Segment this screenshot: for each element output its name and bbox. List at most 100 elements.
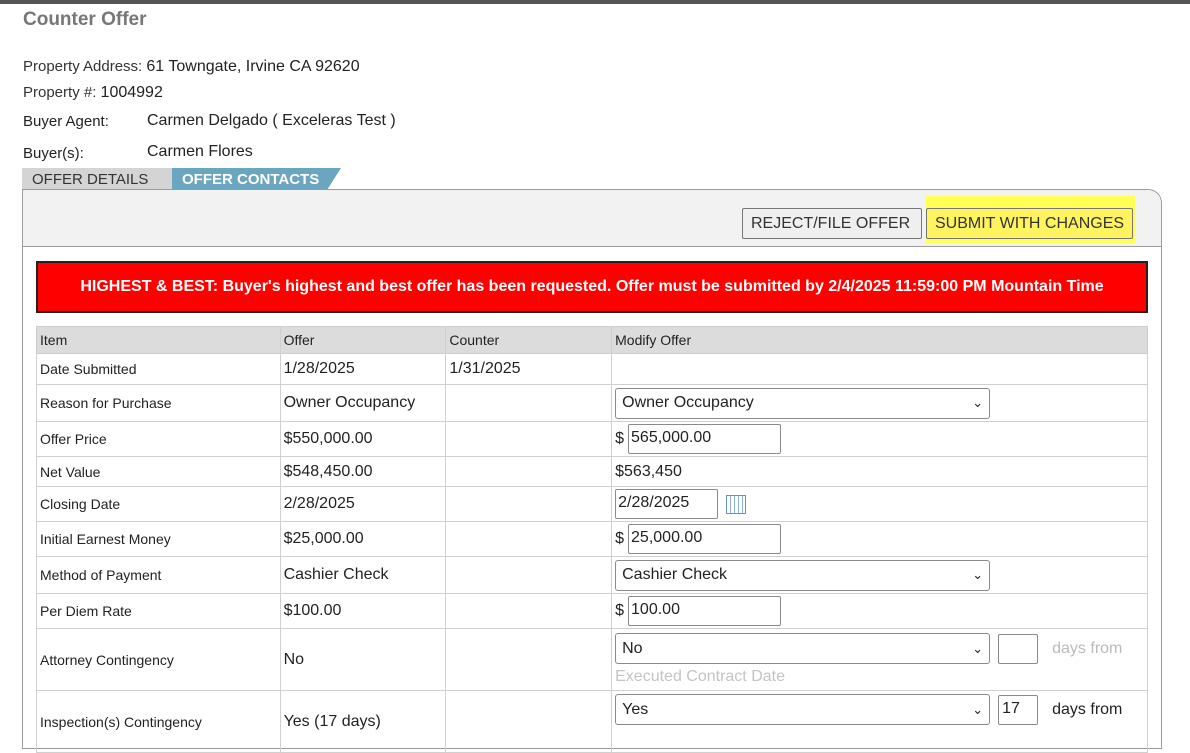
property-number-line: Property #: 1004992 [23, 84, 163, 102]
offer-value: No [279, 628, 447, 691]
tab-offer-contacts[interactable]: OFFER CONTACTS [172, 168, 341, 190]
attorney-contingency-select[interactable]: No ⌄ [615, 633, 991, 664]
table-row: Reason for Purchase Owner Occupancy Owne… [36, 384, 1148, 422]
counter-value [445, 384, 613, 422]
modify-cell: Owner Occupancy ⌄ [611, 384, 1148, 422]
attorney-select-value: No [622, 639, 643, 657]
currency-symbol: $ [615, 602, 625, 619]
offer-value: 2/28/2025 [279, 486, 447, 522]
attorney-days-input[interactable] [998, 633, 1039, 664]
action-toolbar: REJECT/FILE OFFER SUBMIT WITH CHANGES [23, 190, 1161, 247]
chevron-down-icon: ⌄ [972, 640, 984, 656]
offer-panel: REJECT/FILE OFFER SUBMIT WITH CHANGES HI… [22, 189, 1162, 753]
counter-value [445, 521, 613, 557]
attorney-days-from-label: days from [1052, 639, 1123, 657]
modify-cell: $ 100.00 [611, 593, 1148, 629]
counter-value [445, 690, 613, 753]
counter-value [445, 628, 613, 691]
offer-value: $25,000.00 [279, 521, 447, 557]
table-row: Net Value $548,450.00 $563,450 [36, 456, 1148, 487]
counter-value: 1/31/2025 [445, 353, 613, 385]
modify-cell: Cashier Check ⌄ [611, 556, 1148, 594]
modify-cell [611, 353, 1148, 385]
item-label: Reason for Purchase [36, 384, 281, 422]
item-label: Per Diem Rate [36, 593, 281, 629]
table-row: Attorney Contingency No No ⌄ days from E… [36, 628, 1148, 691]
inspection-select-value: Yes [622, 700, 649, 718]
tab-offer-details[interactable]: OFFER DETAILS [22, 168, 183, 190]
payment-select-value: Cashier Check [622, 566, 728, 583]
reason-select-value: Owner Occupancy [622, 394, 754, 411]
counter-value [445, 421, 613, 457]
table-row: Closing Date 2/28/2025 2/28/2025 [36, 486, 1148, 522]
table-row: Inspection(s) Contingency Yes (17 days) … [36, 690, 1148, 753]
offer-price-input[interactable]: 565,000.00 [628, 424, 782, 454]
currency-symbol: $ [615, 530, 625, 547]
property-address-line: Property Address: 61 Towngate, Irvine CA… [23, 58, 360, 76]
column-header-item: Item [36, 326, 281, 354]
earnest-money-input[interactable]: 25,000.00 [628, 524, 782, 554]
inspection-days-from-label: days from [1052, 700, 1123, 718]
reject-file-offer-button[interactable]: REJECT/FILE OFFER [742, 208, 922, 239]
inspection-days-input[interactable]: 17 [998, 694, 1039, 725]
buyers-label: Buyer(s): [23, 145, 84, 162]
per-diem-input[interactable]: 100.00 [628, 596, 782, 626]
offer-table: Item Offer Counter Modify Offer Date Sub… [36, 326, 1148, 753]
top-bar [0, 0, 1190, 4]
chevron-down-icon: ⌄ [972, 395, 984, 410]
counter-value [445, 556, 613, 594]
calendar-icon[interactable] [726, 494, 747, 514]
table-header-row: Item Offer Counter Modify Offer [36, 326, 1148, 354]
column-header-offer: Offer [279, 326, 447, 354]
page-title: Counter Offer [23, 9, 147, 30]
inspection-contingency-select[interactable]: Yes ⌄ [615, 694, 991, 725]
property-number-label: Property #: [23, 84, 97, 101]
modify-cell: 2/28/2025 [611, 486, 1148, 522]
buyer-agent-value: Carmen Delgado ( Exceleras Test ) [147, 112, 396, 129]
counter-value [445, 456, 613, 487]
column-header-counter: Counter [445, 326, 613, 354]
modify-cell: $ 25,000.00 [611, 521, 1148, 557]
property-number-value: 1004992 [100, 84, 163, 101]
table-row: Offer Price $550,000.00 $ 565,000.00 [36, 421, 1148, 457]
item-label: Date Submitted [36, 353, 281, 385]
buyer-agent-label: Buyer Agent: [23, 113, 109, 130]
reason-select[interactable]: Owner Occupancy ⌄ [615, 387, 991, 419]
highest-best-alert: HIGHEST & BEST: Buyer's highest and best… [36, 261, 1148, 313]
modify-cell: Yes ⌄ 17 days from [611, 690, 1148, 753]
counter-value [445, 486, 613, 522]
item-label: Attorney Contingency [36, 628, 281, 691]
property-address-value: 61 Towngate, Irvine CA 92620 [146, 58, 360, 75]
offer-value: Yes (17 days) [279, 690, 447, 753]
table-row: Method of Payment Cashier Check Cashier … [36, 556, 1148, 594]
closing-date-input[interactable]: 2/28/2025 [615, 489, 719, 519]
net-value-modified: $563,450 [611, 456, 1148, 487]
offer-value: $548,450.00 [279, 456, 447, 487]
item-label: Method of Payment [36, 556, 281, 594]
item-label: Inspection(s) Contingency [36, 690, 281, 753]
submit-with-changes-button[interactable]: SUBMIT WITH CHANGES [926, 208, 1133, 239]
offer-value: $100.00 [279, 593, 447, 629]
property-address-label: Property Address: [23, 58, 143, 75]
chevron-down-icon: ⌄ [972, 701, 984, 717]
counter-value [445, 593, 613, 629]
buyers-value: Carmen Flores [147, 143, 253, 160]
offer-value: 1/28/2025 [279, 353, 447, 385]
payment-method-select[interactable]: Cashier Check ⌄ [615, 559, 991, 591]
offer-value: Cashier Check [279, 556, 447, 594]
item-label: Initial Earnest Money [36, 521, 281, 557]
item-label: Closing Date [36, 486, 281, 522]
currency-symbol: $ [615, 430, 625, 447]
chevron-down-icon: ⌄ [972, 567, 984, 582]
table-row: Per Diem Rate $100.00 $ 100.00 [36, 593, 1148, 629]
modify-cell: $ 565,000.00 [611, 421, 1148, 457]
table-row: Initial Earnest Money $25,000.00 $ 25,00… [36, 521, 1148, 557]
offer-value: $550,000.00 [279, 421, 447, 457]
offer-value: Owner Occupancy [279, 384, 447, 422]
executed-contract-date-label: Executed Contract Date [615, 668, 785, 685]
table-row: Date Submitted 1/28/2025 1/31/2025 [36, 353, 1148, 385]
item-label: Net Value [36, 456, 281, 487]
column-header-modify-offer: Modify Offer [611, 326, 1148, 354]
modify-cell: No ⌄ days from Executed Contract Date [611, 628, 1148, 691]
item-label: Offer Price [36, 421, 281, 457]
